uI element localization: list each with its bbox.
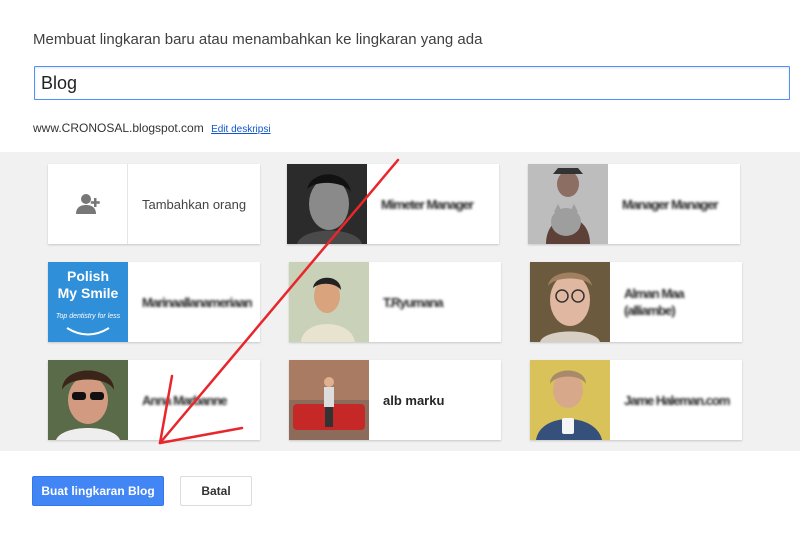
circle-name-input[interactable] bbox=[34, 66, 790, 100]
avatar bbox=[289, 262, 369, 342]
person-card[interactable]: alb marku bbox=[289, 360, 501, 440]
person-card[interactable]: Polish My Smile Top dentistry for less M… bbox=[48, 262, 260, 342]
avatar bbox=[287, 164, 367, 244]
person-name: T.Ryumana bbox=[383, 294, 444, 310]
person-card[interactable]: Manager Manager bbox=[528, 164, 740, 244]
description-row: www.CRONOSAL.blogspot.com Edit deskripsi bbox=[33, 121, 271, 135]
person-name: Alman Maa (alliambe) bbox=[624, 286, 685, 318]
person-name: alb marku bbox=[383, 392, 445, 408]
person-name: Manager Manager bbox=[622, 196, 719, 212]
person-card[interactable]: T.Ryumana bbox=[289, 262, 501, 342]
cancel-button[interactable]: Batal bbox=[180, 476, 252, 506]
person-name: Marinaallanameriaan bbox=[142, 294, 253, 310]
dialog-heading: Membuat lingkaran baru atau menambahkan … bbox=[33, 31, 483, 48]
create-circle-button[interactable]: Buat lingkaran Blog bbox=[32, 476, 164, 506]
people-grid: Tambahkan orang Mimeter Manager Manager bbox=[0, 152, 800, 451]
polish-my-smile-logo: Polish My Smile Top dentistry for less bbox=[48, 262, 128, 342]
avatar bbox=[530, 360, 610, 440]
person-name: Mimeter Manager bbox=[381, 196, 474, 212]
person-name: Jame Haleman.com bbox=[624, 392, 730, 408]
person-name: Anna Marbanne bbox=[142, 392, 228, 408]
avatar bbox=[530, 262, 610, 342]
description-text: www.CRONOSAL.blogspot.com bbox=[33, 121, 204, 135]
avatar bbox=[528, 164, 608, 244]
person-card[interactable]: Alman Maa (alliambe) bbox=[530, 262, 742, 342]
add-person-icon bbox=[48, 164, 128, 244]
avatar bbox=[48, 360, 128, 440]
person-card[interactable]: Mimeter Manager bbox=[287, 164, 499, 244]
person-card[interactable]: Jame Haleman.com bbox=[530, 360, 742, 440]
avatar bbox=[289, 360, 369, 440]
add-person-card[interactable]: Tambahkan orang bbox=[48, 164, 260, 244]
edit-description-link[interactable]: Edit deskripsi bbox=[211, 124, 270, 135]
person-card[interactable]: Anna Marbanne bbox=[48, 360, 260, 440]
add-person-label: Tambahkan orang bbox=[142, 196, 247, 212]
